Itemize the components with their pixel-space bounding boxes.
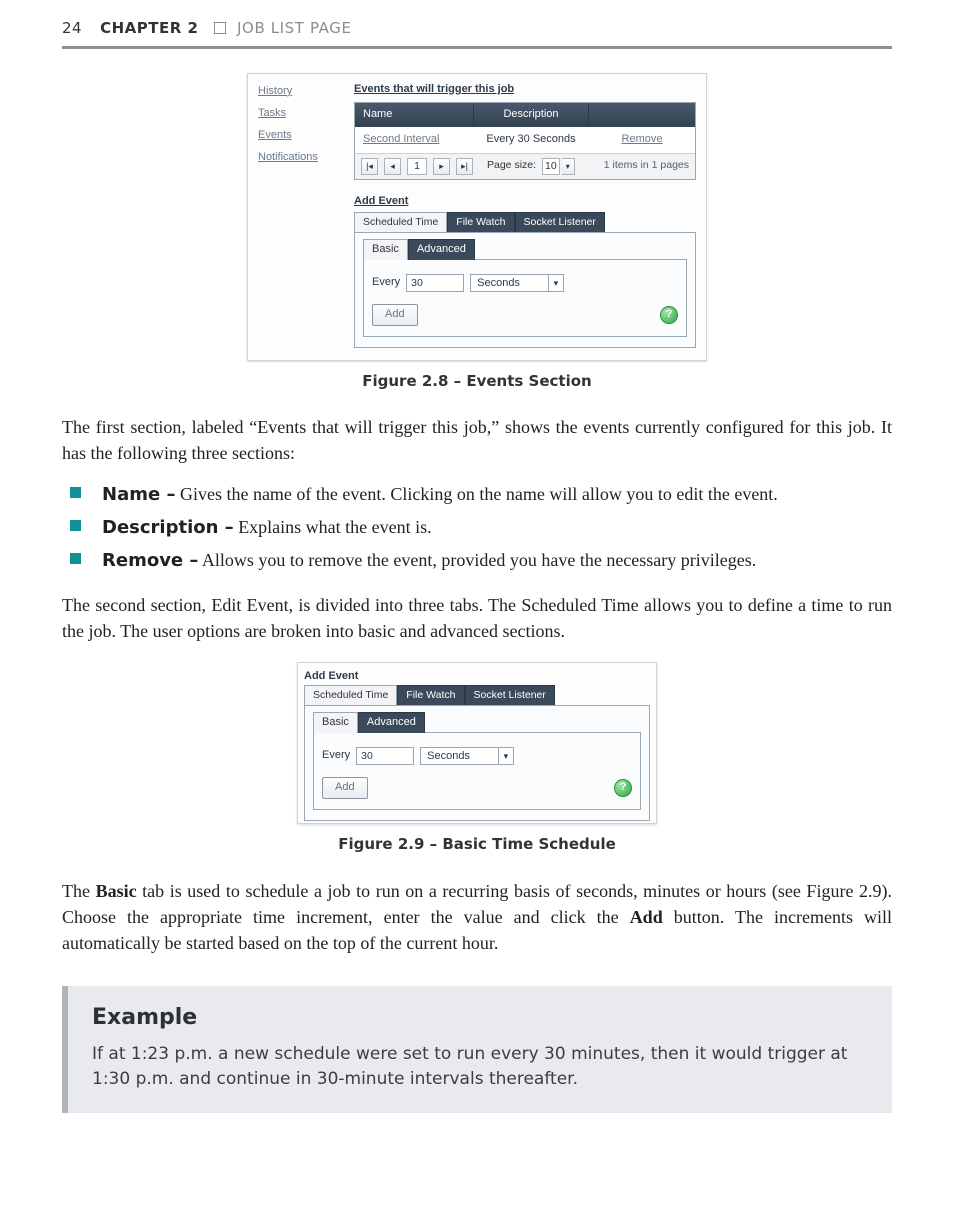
tab-socket-listener[interactable]: Socket Listener bbox=[515, 212, 605, 232]
add-button[interactable]: Add bbox=[372, 304, 418, 326]
add-button[interactable]: Add bbox=[322, 777, 368, 799]
events-table-header: Name Description bbox=[355, 103, 695, 127]
add-event-tabs: Scheduled Time File Watch Socket Listene… bbox=[304, 685, 650, 705]
basic-panel: Every 30 Seconds ▾ Add ? bbox=[363, 259, 687, 337]
basic-panel: Every 30 Seconds ▾ Add ? bbox=[313, 732, 641, 810]
interval-input[interactable]: 30 bbox=[406, 274, 464, 292]
tab-basic[interactable]: Basic bbox=[313, 712, 358, 733]
pager-last-icon[interactable]: ▸| bbox=[456, 158, 473, 175]
add-event-panel: Add Event Scheduled Time File Watch Sock… bbox=[354, 194, 696, 348]
tab-advanced[interactable]: Advanced bbox=[408, 239, 475, 260]
bullet-text: Gives the name of the event. Clicking on… bbox=[175, 484, 777, 504]
sidebar-item-history[interactable]: History bbox=[258, 84, 344, 100]
chevron-down-icon: ▾ bbox=[548, 275, 563, 291]
every-label: Every bbox=[372, 275, 400, 291]
pager-prev-icon[interactable]: ◂ bbox=[384, 158, 401, 175]
chapter-label: CHAPTER 2 bbox=[100, 19, 198, 37]
pager-first-icon[interactable]: |◂ bbox=[361, 158, 378, 175]
col-description: Description bbox=[474, 103, 588, 127]
paragraph: The first section, labeled “Events that … bbox=[62, 414, 892, 466]
bullet-term: Name – bbox=[102, 484, 175, 505]
col-actions bbox=[588, 103, 695, 127]
paragraph: The second section, Edit Event, is divid… bbox=[62, 592, 892, 644]
figure-2-9: Add Event Scheduled Time File Watch Sock… bbox=[62, 662, 892, 824]
tab-basic[interactable]: Basic bbox=[363, 239, 408, 260]
events-section-screenshot: History Tasks Events Notifications Event… bbox=[247, 73, 707, 361]
event-name-link[interactable]: Second Interval bbox=[363, 133, 439, 145]
events-heading: Events that will trigger this job bbox=[354, 82, 696, 98]
list-item: Description – Explains what the event is… bbox=[62, 514, 892, 541]
figure-2-8-caption: Figure 2.8 – Events Section bbox=[62, 371, 892, 393]
example-heading: Example bbox=[92, 1002, 852, 1034]
bold-term: Add bbox=[630, 907, 663, 927]
page: 24 CHAPTER 2 JOB LIST PAGE History Tasks… bbox=[0, 0, 954, 1153]
unit-select[interactable]: Seconds ▾ bbox=[470, 274, 564, 292]
page-size-select[interactable]: 10 ▾ bbox=[542, 158, 575, 175]
sidebar-nav: History Tasks Events Notifications bbox=[258, 82, 344, 348]
figure-2-9-caption: Figure 2.9 – Basic Time Schedule bbox=[62, 834, 892, 856]
unit-value: Seconds bbox=[421, 748, 498, 764]
bullet-list: Name – Gives the name of the event. Clic… bbox=[62, 481, 892, 574]
pager-page-input[interactable]: 1 bbox=[407, 158, 427, 175]
tab-file-watch[interactable]: File Watch bbox=[447, 212, 514, 232]
remove-link[interactable]: Remove bbox=[622, 133, 663, 145]
scheduled-time-panel: Basic Advanced Every 30 Seconds ▾ bbox=[304, 705, 650, 821]
add-event-heading: Add Event bbox=[304, 669, 650, 685]
unit-value: Seconds bbox=[471, 275, 548, 291]
tab-scheduled-time[interactable]: Scheduled Time bbox=[304, 685, 397, 705]
tab-advanced[interactable]: Advanced bbox=[358, 712, 425, 733]
bullet-term: Description – bbox=[102, 517, 234, 538]
table-row: Second Interval Every 30 Seconds Remove bbox=[355, 127, 695, 153]
pager: |◂ ◂ 1 ▸ ▸| Page size: 10 ▾ 1 items in 1… bbox=[355, 153, 695, 179]
interval-input[interactable]: 30 bbox=[356, 747, 414, 765]
list-item: Remove – Allows you to remove the event,… bbox=[62, 547, 892, 574]
running-header: 24 CHAPTER 2 JOB LIST PAGE bbox=[62, 18, 892, 40]
events-table: Name Description Second Interval Every 3… bbox=[354, 102, 696, 180]
figure-2-8: History Tasks Events Notifications Event… bbox=[62, 73, 892, 361]
tab-socket-listener[interactable]: Socket Listener bbox=[465, 685, 555, 705]
sidebar-item-tasks[interactable]: Tasks bbox=[258, 106, 344, 122]
page-size-label: Page size: bbox=[487, 158, 536, 173]
text: The bbox=[62, 881, 96, 901]
basic-advanced-tabs: Basic Advanced bbox=[313, 712, 641, 733]
list-item: Name – Gives the name of the event. Clic… bbox=[62, 481, 892, 508]
help-icon[interactable]: ? bbox=[614, 779, 632, 797]
sidebar-item-notifications[interactable]: Notifications bbox=[258, 150, 344, 166]
col-name: Name bbox=[355, 103, 474, 127]
basic-time-schedule-screenshot: Add Event Scheduled Time File Watch Sock… bbox=[297, 662, 657, 824]
every-label: Every bbox=[322, 748, 350, 764]
bullet-text: Allows you to remove the event, provided… bbox=[198, 550, 756, 570]
help-icon[interactable]: ? bbox=[660, 306, 678, 324]
tab-scheduled-time[interactable]: Scheduled Time bbox=[354, 212, 447, 232]
pager-info: 1 items in 1 pages bbox=[604, 158, 689, 173]
tab-file-watch[interactable]: File Watch bbox=[397, 685, 464, 705]
square-icon bbox=[214, 22, 226, 34]
bullet-term: Remove – bbox=[102, 550, 198, 571]
unit-select[interactable]: Seconds ▾ bbox=[420, 747, 514, 765]
bullet-text: Explains what the event is. bbox=[234, 517, 432, 537]
paragraph: The Basic tab is used to schedule a job … bbox=[62, 878, 892, 956]
basic-advanced-tabs: Basic Advanced bbox=[363, 239, 687, 260]
page-number: 24 bbox=[62, 18, 82, 40]
add-event-tabs: Scheduled Time File Watch Socket Listene… bbox=[354, 212, 696, 232]
bold-term: Basic bbox=[96, 881, 137, 901]
add-event-heading: Add Event bbox=[354, 194, 696, 210]
sidebar-item-events[interactable]: Events bbox=[258, 128, 344, 144]
section-title: JOB LIST PAGE bbox=[237, 19, 352, 37]
scheduled-time-panel: Basic Advanced Every 30 Seconds ▾ bbox=[354, 232, 696, 348]
chevron-down-icon: ▾ bbox=[562, 158, 575, 175]
header-rule bbox=[62, 46, 892, 49]
pager-next-icon[interactable]: ▸ bbox=[433, 158, 450, 175]
event-description: Every 30 Seconds bbox=[473, 127, 589, 153]
page-size-value: 10 bbox=[542, 158, 560, 175]
example-callout: Example If at 1:23 p.m. a new schedule w… bbox=[62, 986, 892, 1113]
chevron-down-icon: ▾ bbox=[498, 748, 513, 764]
example-body: If at 1:23 p.m. a new schedule were set … bbox=[92, 1042, 852, 1093]
